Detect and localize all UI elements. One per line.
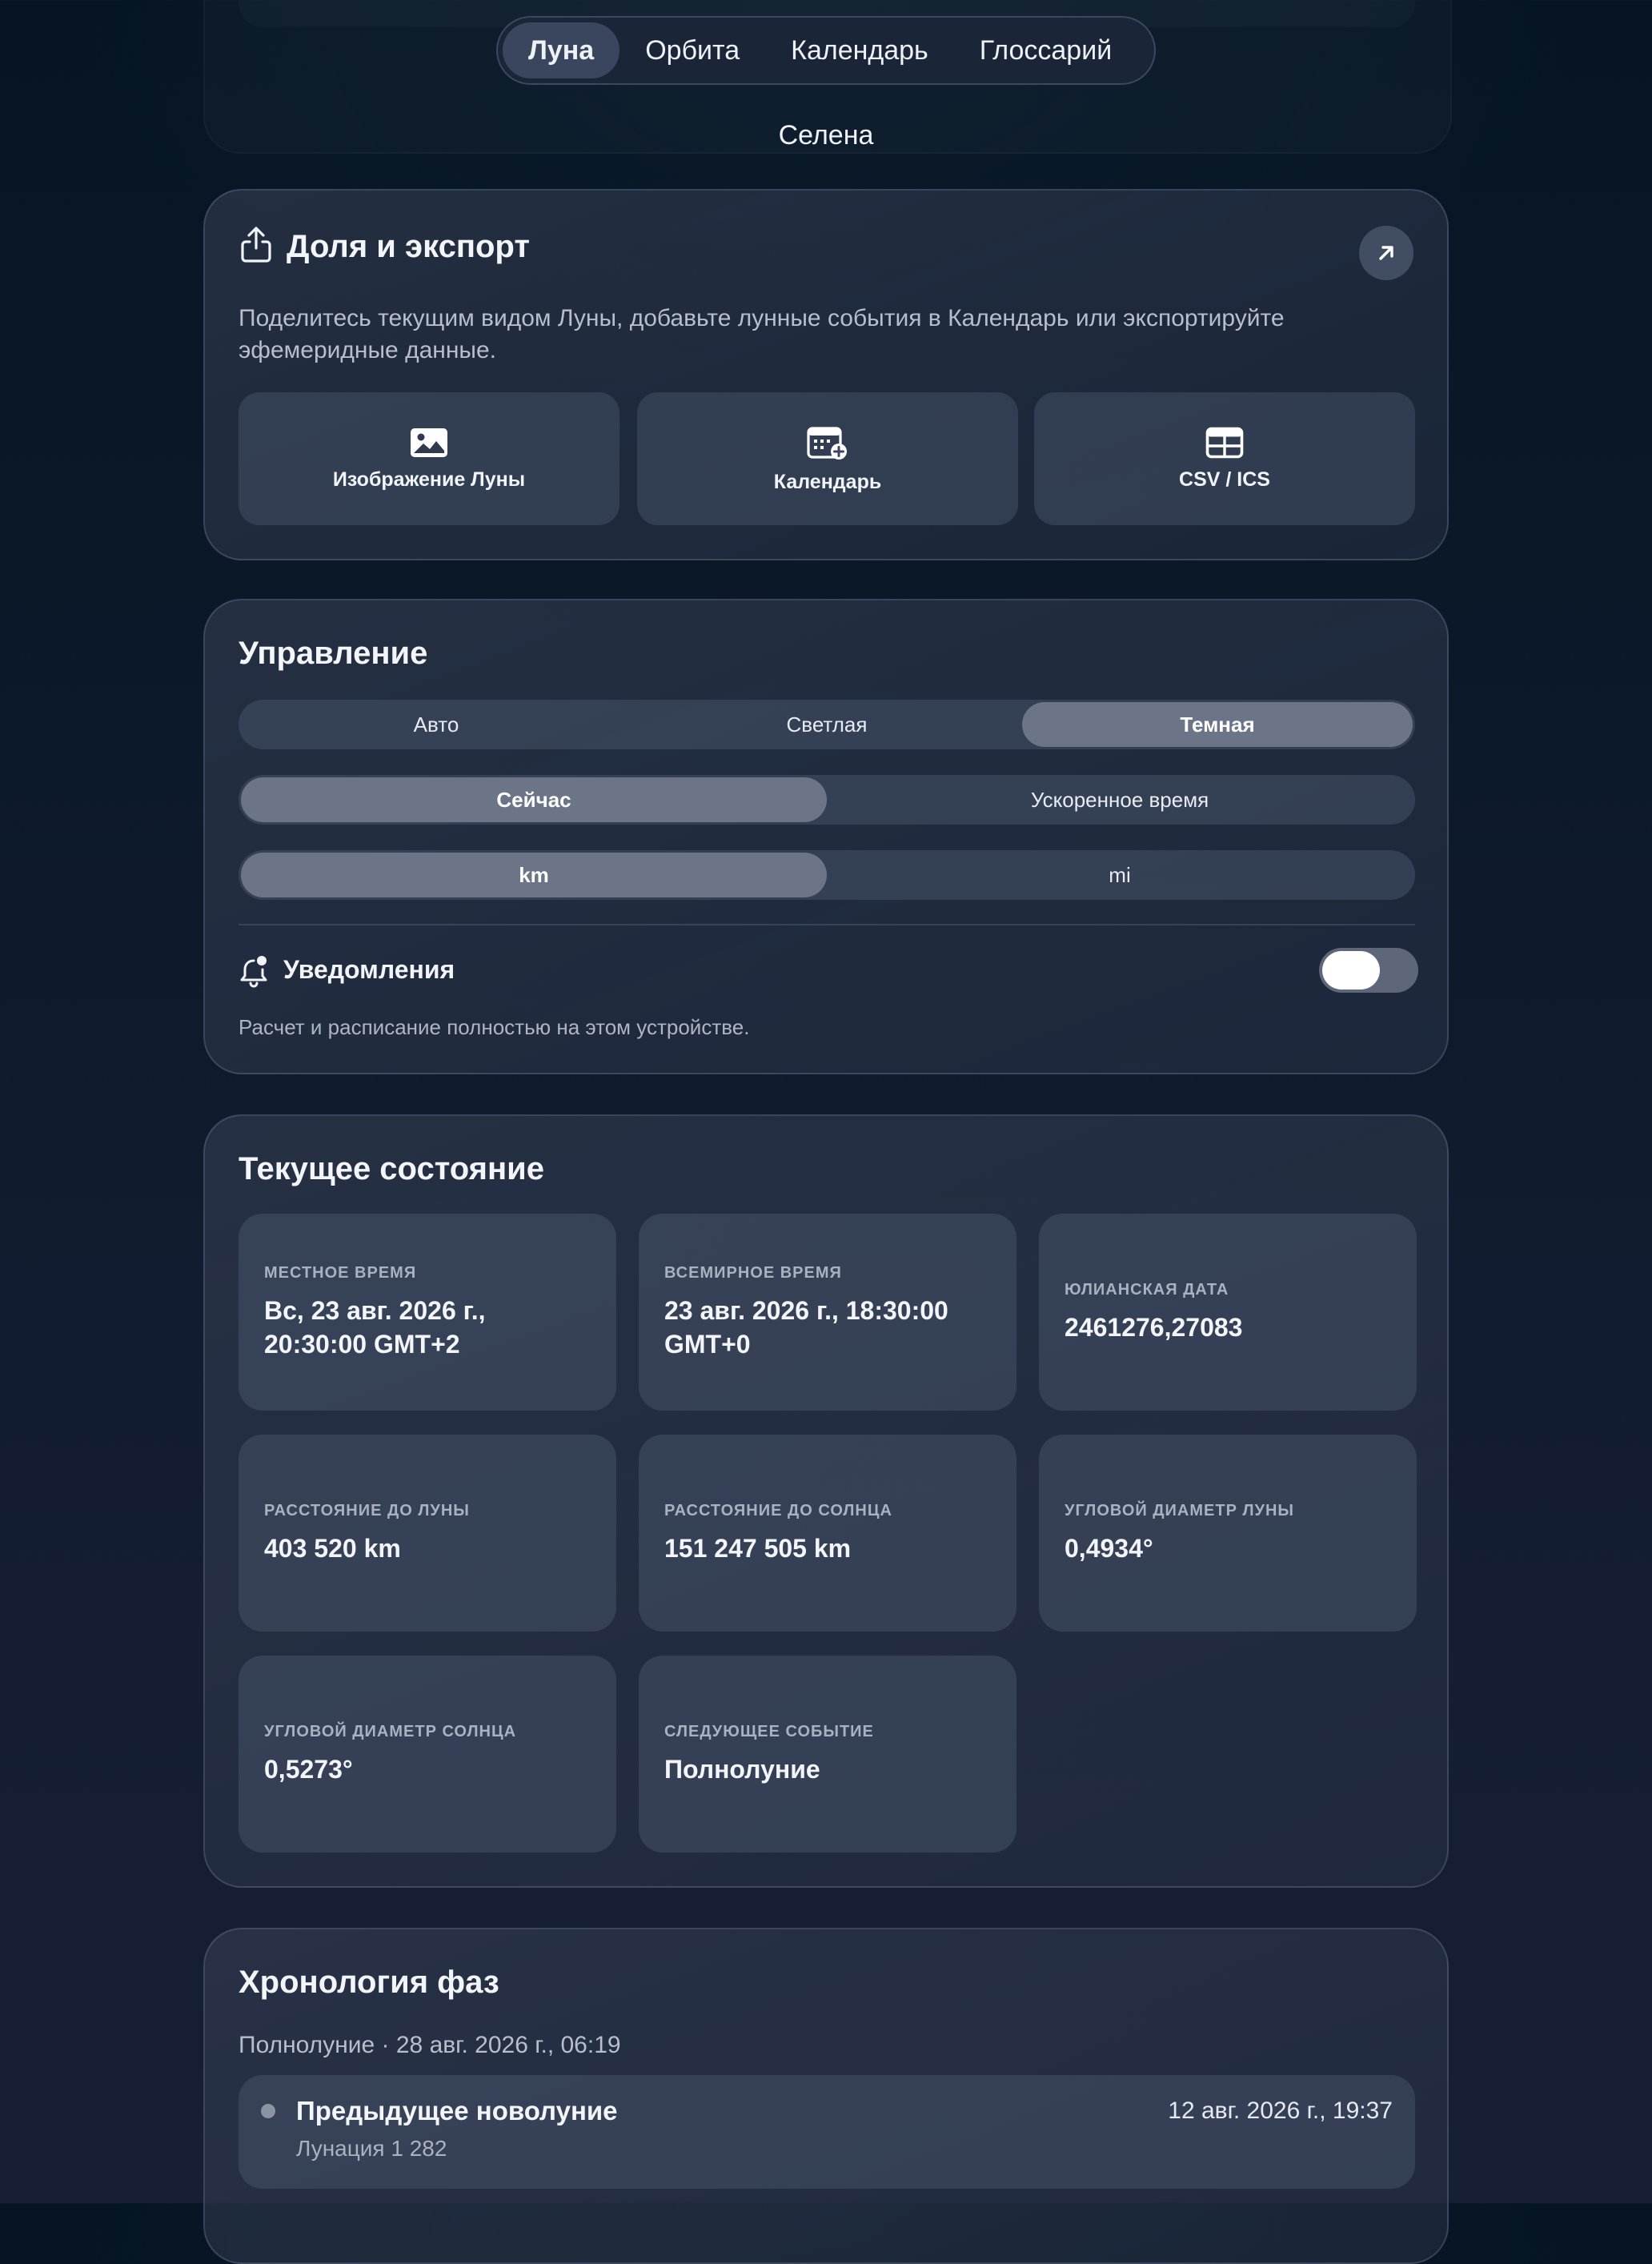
tab-glossary[interactable]: Глоссарий [954,22,1137,78]
next-event-tile: СЛЕДУЮЩЕЕ СОБЫТИЕ Полнолуние [639,1656,1016,1853]
sun-distance-tile: РАССТОЯНИЕ ДО СОЛНЦА 151 247 505 km [639,1435,1016,1632]
calendar-add-icon [807,426,847,460]
phase-history-card: Хронология фаз Полнолуние · 28 авг. 2026… [203,1928,1449,2264]
page-subtitle: Селена [778,120,874,151]
phase-dot-icon [261,2104,275,2118]
event-lunation: Лунация 1 282 [296,2136,447,2161]
tile-value: Вс, 23 авг. 2026 г., 20:30:00 GMT+2 [264,1295,486,1359]
tile-label: РАССТОЯНИЕ ДО ЛУНЫ [264,1501,470,1519]
tab-orbit[interactable]: Орбита [620,22,765,78]
controls-card: Управление Авто Светлая Темная Сейчас Ус… [203,599,1449,1074]
notifications-toggle[interactable] [1319,948,1418,993]
tab-moon[interactable]: Луна [503,22,620,78]
table-icon [1205,427,1244,458]
moon-distance-tile: РАССТОЯНИЕ ДО ЛУНЫ 403 520 km [239,1435,616,1632]
tile-label: ЮЛИАНСКАЯ ДАТА [1065,1280,1229,1299]
universal-time-tile: ВСЕМИРНОЕ ВРЕМЯ 23 авг. 2026 г., 18:30:0… [639,1214,1016,1411]
share-icon [241,227,271,263]
next-phase-summary: Полнолуние · 28 авг. 2026 г., 06:19 [239,2032,621,2058]
phase-history-title: Хронология фаз [239,1965,499,2000]
units-segmented-control: km mi [239,850,1415,900]
controls-note: Расчет и расписание полностью на этом ус… [239,1015,750,1039]
tile-label: ВСЕМИРНОЕ ВРЕМЯ [664,1263,842,1282]
moon-image-label: Изображение Луны [332,468,526,491]
units-km-option[interactable]: km [241,853,827,897]
image-icon [411,428,447,457]
event-date: 12 авг. 2026 г., 19:37 [1168,2097,1393,2124]
time-accelerated-option[interactable]: Ускоренное время [827,777,1413,822]
event-name: Предыдущее новолуние [296,2096,618,2126]
tile-value: 2461276,27083 [1065,1312,1243,1342]
phase-event-row[interactable]: Предыдущее новолуние 12 авг. 2026 г., 19… [239,2075,1415,2189]
moon-image-button[interactable]: Изображение Луны [239,392,620,525]
expand-button[interactable] [1359,226,1413,280]
tile-value: 23 авг. 2026 г., 18:30:00 GMT+0 [664,1295,948,1359]
tile-value: 0,4934° [1065,1533,1153,1563]
tile-value: 151 247 505 km [664,1533,852,1563]
local-time-tile: МЕСТНОЕ ВРЕМЯ Вс, 23 авг. 2026 г., 20:30… [239,1214,616,1411]
top-tab-bar: Луна Орбита Календарь Глоссарий [496,16,1156,85]
tile-value: 0,5273° [264,1754,353,1784]
tile-label: УГЛОВОЙ ДИАМЕТР СОЛНЦА [264,1722,517,1740]
share-export-card: Доля и экспорт Поделитесь текущим видом … [203,189,1449,560]
notifications-label: Уведомления [283,955,455,984]
time-now-option[interactable]: Сейчас [241,777,827,822]
tile-label: РАССТОЯНИЕ ДО СОЛНЦА [664,1501,892,1519]
sun-angular-diameter-tile: УГЛОВОЙ ДИАМЕТР СОЛНЦА 0,5273° [239,1656,616,1853]
theme-segmented-control: Авто Светлая Темная [239,700,1415,749]
arrow-up-right-icon [1379,246,1393,260]
time-mode-segmented-control: Сейчас Ускоренное время [239,775,1415,825]
share-title: Доля и экспорт [287,229,530,264]
calendar-button[interactable]: Календарь [637,392,1018,525]
tile-label: УГЛОВОЙ ДИАМЕТР ЛУНЫ [1065,1501,1294,1519]
toggle-knob [1322,951,1380,989]
julian-date-tile: ЮЛИАНСКАЯ ДАТА 2461276,27083 [1039,1214,1417,1411]
theme-light-option[interactable]: Светлая [632,702,1022,747]
tab-calendar[interactable]: Календарь [765,22,954,78]
tile-value: Полнолуние [664,1754,820,1784]
theme-dark-option[interactable]: Темная [1022,702,1413,747]
theme-auto-option[interactable]: Авто [241,702,632,747]
tile-value: 403 520 km [264,1533,401,1563]
csv-ics-button[interactable]: CSV / ICS [1034,392,1415,525]
current-state-title: Текущее состояние [239,1151,545,1186]
calendar-label: Календарь [773,470,882,493]
current-state-card: Текущее состояние МЕСТНОЕ ВРЕМЯ Вс, 23 а… [203,1114,1449,1888]
moon-angular-diameter-tile: УГЛОВОЙ ДИАМЕТР ЛУНЫ 0,4934° [1039,1435,1417,1632]
csv-ics-label: CSV / ICS [1179,468,1270,491]
units-mi-option[interactable]: mi [827,853,1413,897]
bell-badge-icon [240,956,267,988]
controls-divider [239,924,1415,925]
tile-label: СЛЕДУЮЩЕЕ СОБЫТИЕ [664,1722,874,1740]
controls-title: Управление [239,636,428,671]
tile-label: МЕСТНОЕ ВРЕМЯ [264,1263,417,1282]
share-description: Поделитесь текущим видом Луны, добавьте … [239,305,1285,363]
